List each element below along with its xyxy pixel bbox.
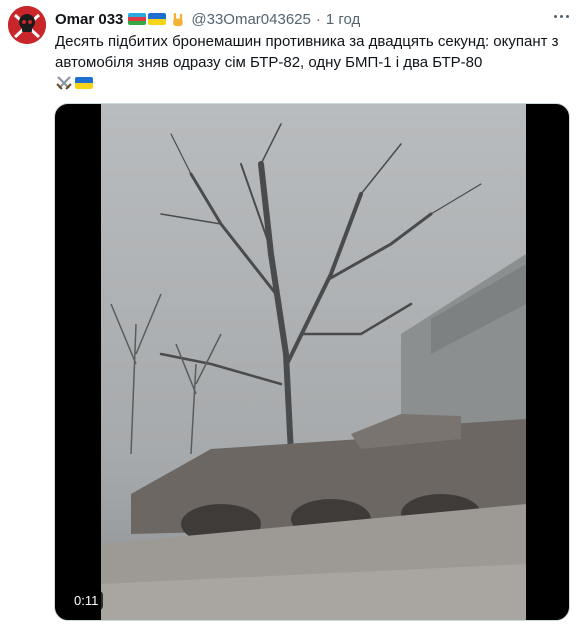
tweet-header: Omar 033 @33Omar043625 · 1 год	[55, 8, 360, 30]
azerbaijan-flag-icon	[128, 13, 147, 25]
video-thumbnail-image	[101, 104, 526, 620]
author-display-name[interactable]: Omar 033	[55, 11, 123, 28]
video-frame[interactable]	[101, 104, 526, 620]
separator-dot: ·	[315, 10, 321, 28]
ukraine-flag-icon	[148, 13, 167, 25]
tweet-emoji-line	[55, 74, 575, 92]
author-avatar[interactable]	[8, 6, 46, 44]
tweet-text-block: Десять підбитих бронемашин противника за…	[55, 31, 575, 92]
tweet-timestamp[interactable]: 1 год	[326, 11, 360, 28]
rock-on-hand-icon	[173, 12, 184, 26]
more-options-button[interactable]	[548, 6, 574, 26]
more-dots-icon	[553, 14, 557, 18]
ukraine-flag-icon	[75, 77, 93, 89]
crossed-swords-icon	[56, 76, 72, 90]
video-duration-badge: 0:11	[69, 591, 104, 610]
tweet-card[interactable]: Omar 033 @33Omar043625 · 1 год Десять пі…	[0, 0, 588, 633]
author-handle[interactable]: @33Omar043625	[191, 11, 310, 28]
video-player[interactable]: 0:11	[54, 103, 570, 621]
pirate-skull-icon	[8, 6, 46, 44]
tweet-text: Десять підбитих бронемашин противника за…	[55, 33, 559, 71]
